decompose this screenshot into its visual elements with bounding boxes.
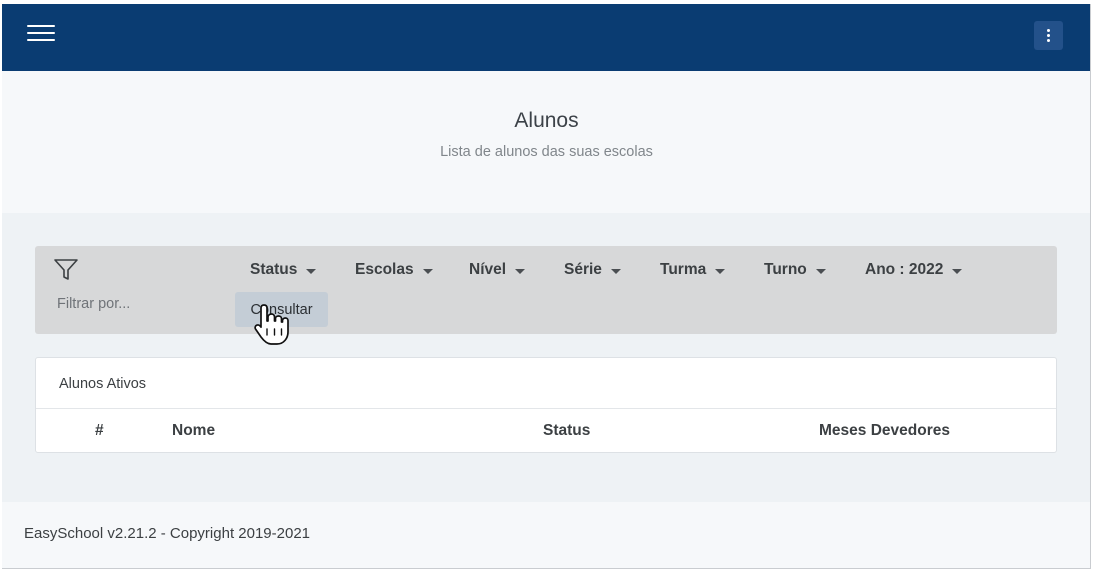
footer-copyright: EasySchool v2.21.2 - Copyright 2019-2021 <box>24 525 311 542</box>
column-header-nome[interactable]: Nome <box>172 422 215 440</box>
caret-down-icon <box>610 268 621 274</box>
filter-bar: Status Escolas Nível Série Turma Turno A… <box>35 246 1057 334</box>
turma-dropdown[interactable]: Turma <box>660 261 726 279</box>
ano-dropdown[interactable]: Ano : 2022 <box>865 261 963 279</box>
footer: EasySchool v2.21.2 - Copyright 2019-2021 <box>2 502 1090 568</box>
consultar-button[interactable]: Consultar <box>235 292 328 327</box>
nivel-dropdown-label: Nível <box>469 261 507 278</box>
escolas-dropdown-label: Escolas <box>355 261 414 278</box>
app-window: Alunos Lista de alunos das suas escolas … <box>2 4 1091 569</box>
kebab-more-icon[interactable] <box>1034 21 1063 50</box>
status-dropdown[interactable]: Status <box>250 261 317 279</box>
caret-down-icon <box>515 268 526 274</box>
turno-dropdown[interactable]: Turno <box>764 261 826 279</box>
column-header-number[interactable]: # <box>95 422 104 440</box>
escolas-dropdown[interactable]: Escolas <box>355 261 433 279</box>
filter-search-input[interactable] <box>57 294 217 314</box>
turma-dropdown-label: Turma <box>660 261 707 278</box>
funnel-filter-icon[interactable] <box>53 258 79 282</box>
caret-down-icon <box>715 268 726 274</box>
page-header: Alunos Lista de alunos das suas escolas <box>2 71 1090 213</box>
ano-dropdown-label: Ano : 2022 <box>865 261 944 278</box>
table-title: Alunos Ativos <box>59 376 147 392</box>
serie-dropdown[interactable]: Série <box>564 261 621 279</box>
top-navbar <box>2 4 1090 71</box>
divider <box>36 408 1056 409</box>
caret-down-icon <box>815 268 826 274</box>
column-header-meses-devedores[interactable]: Meses Devedores <box>819 422 950 440</box>
status-dropdown-label: Status <box>250 261 298 278</box>
students-table-card: Alunos Ativos # Nome Status Meses Devedo… <box>35 357 1057 453</box>
caret-down-icon <box>306 268 317 274</box>
page-title: Alunos <box>514 109 579 132</box>
hamburger-menu-icon[interactable] <box>27 25 55 47</box>
column-header-status[interactable]: Status <box>543 422 590 440</box>
turno-dropdown-label: Turno <box>764 261 807 278</box>
page-subtitle: Lista de alunos das suas escolas <box>440 144 653 160</box>
nivel-dropdown[interactable]: Nível <box>469 261 526 279</box>
caret-down-icon <box>422 268 433 274</box>
caret-down-icon <box>952 268 963 274</box>
serie-dropdown-label: Série <box>564 261 602 278</box>
